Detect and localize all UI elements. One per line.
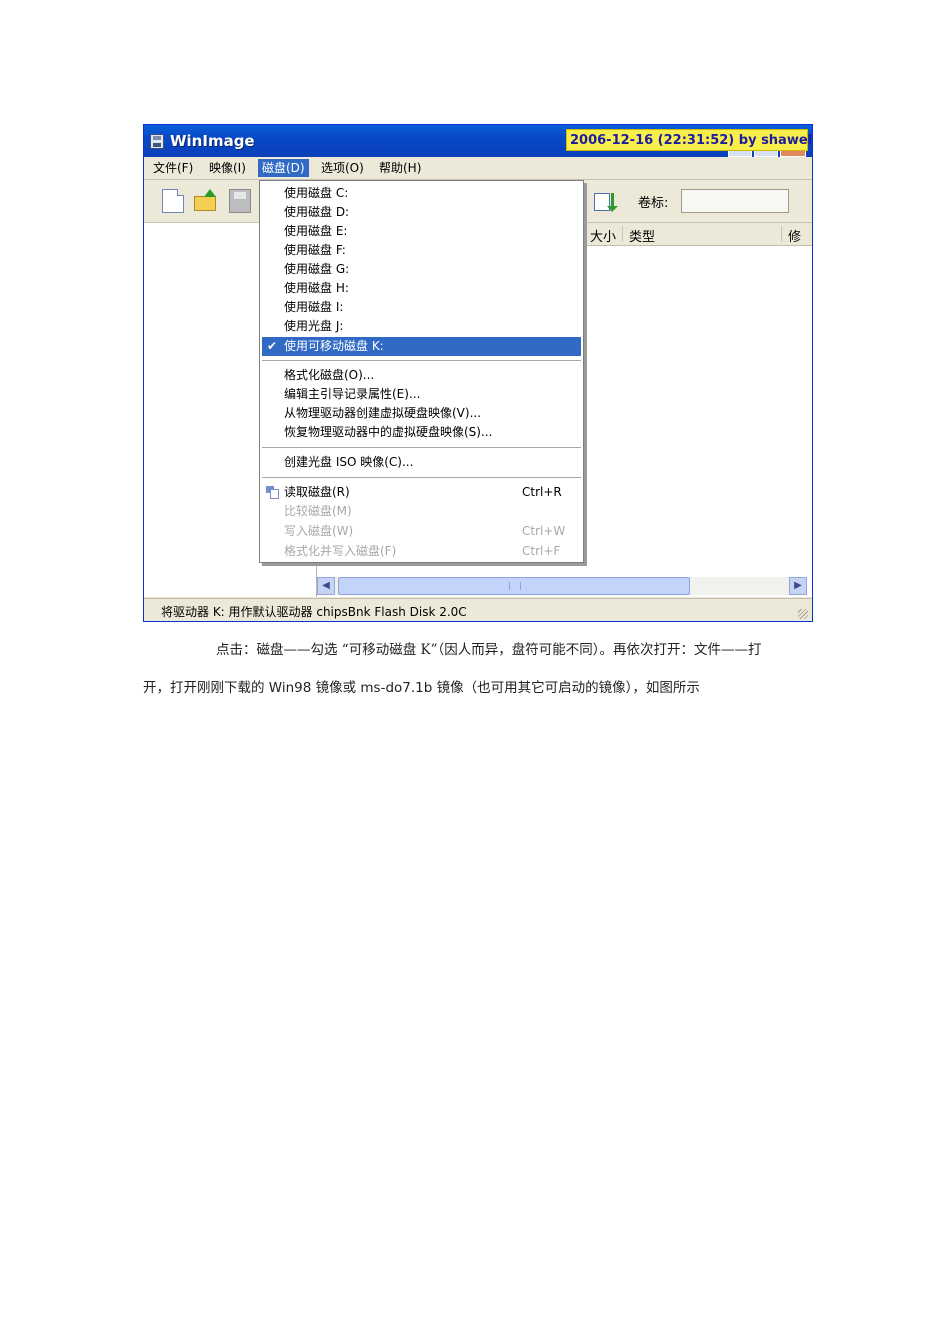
menu-item-drive-h[interactable]: 使用磁盘 H: [262, 279, 581, 298]
column-size[interactable]: 大小 [584, 226, 616, 245]
status-bar: 将驱动器 K: 用作默认驱动器 chipsBnk Flash Disk 2.0C [144, 598, 812, 621]
column-header: 大小 类型 修 [584, 223, 812, 246]
scroll-right-icon[interactable]: ▶ [789, 577, 807, 595]
winimage-window: WinImage 2006-12-16 (22:31:52) by shawel… [143, 124, 813, 622]
save-disk-icon[interactable] [229, 189, 251, 213]
title-bar: WinImage 2006-12-16 (22:31:52) by shawel… [144, 125, 812, 157]
menu-item-drive-k[interactable]: ✔ 使用可移动磁盘 K: [262, 337, 581, 356]
horizontal-scrollbar[interactable]: ◀ ▶ [317, 577, 807, 595]
menu-disk[interactable]: 磁盘(D) [258, 159, 309, 177]
status-text: 将驱动器 K: 用作默认驱动器 chipsBnk Flash Disk 2.0C [161, 605, 467, 619]
menu-separator [262, 447, 581, 448]
menu-separator [262, 477, 581, 478]
column-modified[interactable]: 修 [781, 226, 801, 245]
open-folder-icon[interactable] [194, 189, 218, 213]
menu-item-drive-j[interactable]: 使用光盘 J: [262, 317, 581, 336]
menu-item-write-disk: 写入磁盘(W) Ctrl+W [284, 524, 566, 538]
menu-item-format-write: 格式化并写入磁盘(F) Ctrl+F [284, 544, 561, 558]
disk-dropdown-menu: 使用磁盘 C: 使用磁盘 D: 使用磁盘 E: 使用磁盘 F: 使用磁盘 G: … [259, 180, 584, 563]
menu-item-drive-g[interactable]: 使用磁盘 G: [262, 260, 581, 279]
new-file-icon[interactable] [162, 189, 184, 213]
window-title: WinImage [170, 132, 255, 150]
menu-item-create-vhd[interactable]: 从物理驱动器创建虚拟硬盘映像(V)... [262, 404, 581, 423]
menu-item-drive-e[interactable]: 使用磁盘 E: [262, 222, 581, 241]
volume-label: 卷标: [638, 196, 669, 211]
menu-item-read-disk[interactable]: 读取磁盘(R) Ctrl+R [262, 483, 581, 502]
volume-input[interactable] [681, 189, 789, 213]
menu-separator [262, 360, 581, 361]
menu-file[interactable]: 文件(F) [149, 159, 197, 177]
menu-item-compare-disk: 比较磁盘(M) [284, 504, 352, 518]
app-floppy-icon [150, 134, 164, 149]
menu-item-drive-c[interactable]: 使用磁盘 C: [262, 184, 581, 203]
checkmark-icon: ✔ [267, 339, 278, 353]
menu-item-restore-vhd[interactable]: 恢复物理驱动器中的虚拟硬盘映像(S)... [262, 423, 581, 442]
extract-icon[interactable] [592, 189, 620, 213]
menu-item-drive-d[interactable]: 使用磁盘 D: [262, 203, 581, 222]
menu-item-drive-i[interactable]: 使用磁盘 I: [262, 298, 581, 317]
menu-item-format[interactable]: 格式化磁盘(O)... [262, 366, 581, 385]
caption-paragraph-1: 点击：磁盘——勾选 “可移动磁盘 K”（因人而异，盘符可能不同）。再依次打开：文… [216, 642, 762, 658]
menu-item-create-iso[interactable]: 创建光盘 ISO 映像(C)... [262, 453, 581, 472]
caption-paragraph-2: 开，打开刚刚下载的 Win98 镜像或 ms-do7.1b 镜像（也可用其它可启… [143, 680, 700, 696]
scroll-left-icon[interactable]: ◀ [317, 577, 335, 595]
menu-help[interactable]: 帮助(H) [375, 159, 425, 177]
menu-options[interactable]: 选项(O) [317, 159, 368, 177]
resize-grip-icon[interactable] [798, 609, 808, 619]
menu-item-edit-mbr[interactable]: 编辑主引导记录属性(E)... [262, 385, 581, 404]
menu-bar: 文件(F) 映像(I) 磁盘(D) 选项(O) 帮助(H) [144, 157, 812, 180]
menu-image[interactable]: 映像(I) [205, 159, 250, 177]
read-disk-icon [266, 486, 279, 499]
column-type[interactable]: 类型 [622, 226, 655, 245]
menu-item-drive-f[interactable]: 使用磁盘 F: [262, 241, 581, 260]
scrollbar-thumb[interactable] [338, 577, 690, 595]
timestamp-stamp: 2006-12-16 (22:31:52) by shawell [566, 129, 812, 151]
